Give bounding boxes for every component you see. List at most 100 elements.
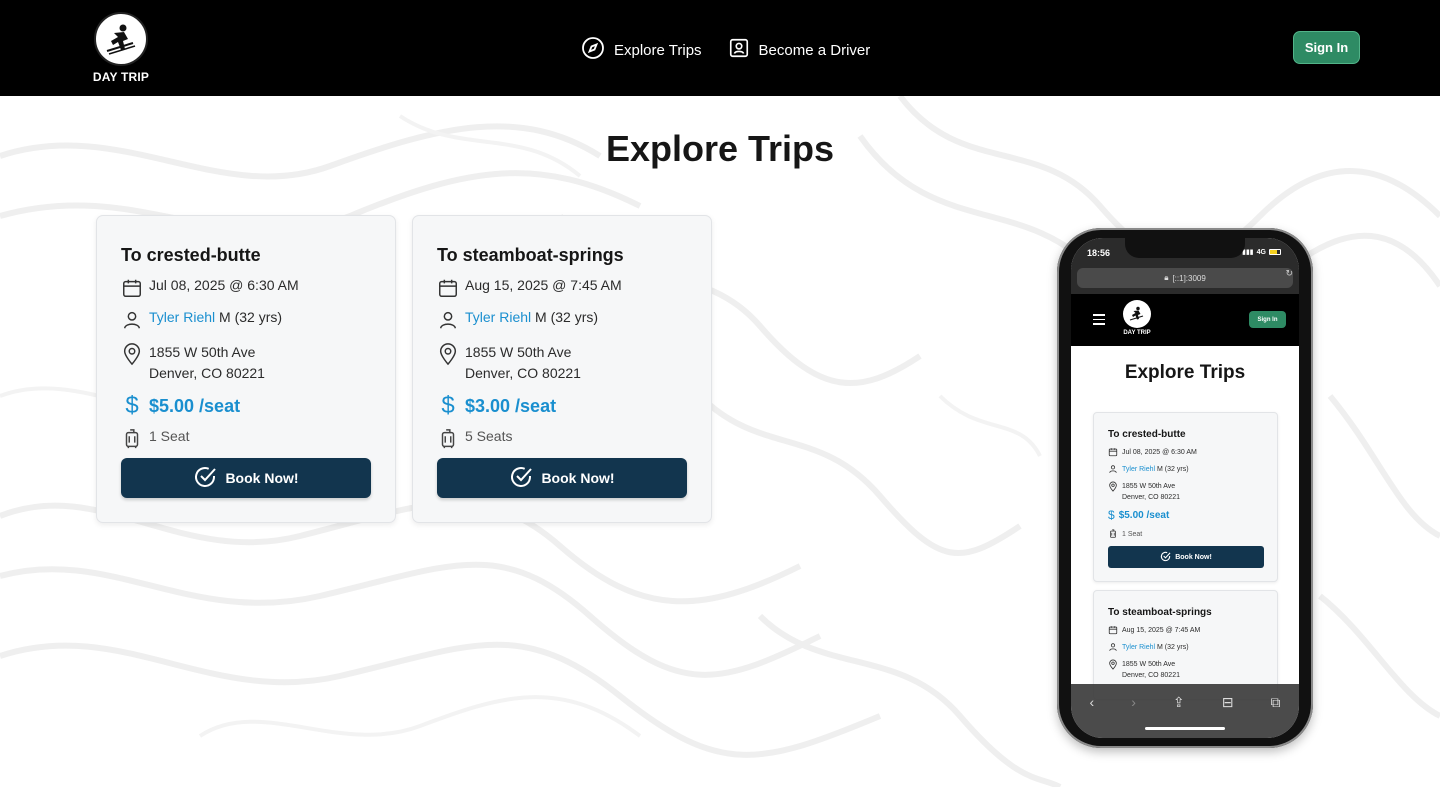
nav-explore-trips-label: Explore Trips (614, 41, 702, 59)
home-indicator (1145, 727, 1225, 730)
mobile-trip-address-row: 1855 W 50th Ave Denver, CO 80221 (1108, 481, 1180, 503)
phone-mockup: 18:56 ▮▮▮ 4G 🔒︎ [::1]:3009 ↻ DAY TRIP Si… (1057, 228, 1313, 748)
trip-seats-row: 5 Seats (437, 428, 512, 452)
luggage-icon (437, 428, 459, 452)
mobile-trip-price: $5.00 /seat (1118, 510, 1170, 521)
luggage-icon (121, 428, 143, 452)
book-now-button[interactable]: Book Now! (121, 458, 371, 498)
sign-in-button[interactable]: Sign In (1293, 31, 1360, 64)
lock-icon: 🔒︎ (1164, 273, 1169, 282)
mobile-sign-in-button[interactable]: Sign In (1249, 311, 1286, 328)
calendar-icon (437, 277, 459, 301)
trip-driver-row: Tyler Riehl M (32 yrs) (437, 309, 598, 333)
battery-icon (1269, 249, 1281, 255)
book-now-label: Book Now! (541, 470, 615, 486)
nav-explore-trips[interactable]: Explore Trips (581, 36, 702, 64)
mobile-logo-text: DAY TRIP (1123, 330, 1151, 336)
driver-meta: M (32 yrs) (219, 309, 283, 325)
tabs-icon[interactable]: ⧉ (1270, 694, 1280, 738)
check-circle-icon (1160, 551, 1171, 564)
page-title: Explore Trips (605, 128, 835, 169)
mobile-trip-date-row: Aug 15, 2025 @ 7:45 AM (1108, 625, 1200, 639)
id-badge-icon (728, 37, 750, 63)
hamburger-menu-icon[interactable] (1093, 314, 1105, 328)
map-pin-icon (1108, 481, 1118, 496)
bookmarks-icon[interactable]: ⊟ (1222, 694, 1234, 738)
dollar-icon: $ (1108, 508, 1115, 522)
browser-url-bar: 🔒︎ [::1]:3009 ↻ (1071, 264, 1299, 294)
reload-icon[interactable]: ↻ (1285, 268, 1293, 279)
trip-date: Jul 08, 2025 @ 6:30 AM (149, 277, 299, 293)
map-pin-icon (121, 342, 143, 366)
mobile-trip-seats: 1 Seat (1122, 531, 1143, 538)
user-icon (121, 309, 143, 333)
nav-become-driver-label: Become a Driver (758, 41, 871, 59)
map-pin-icon (1108, 659, 1118, 674)
mobile-address-line2: Denver, CO 80221 (1122, 672, 1180, 679)
luggage-icon (1108, 529, 1118, 543)
user-icon (1108, 642, 1118, 656)
mobile-trip-title: To crested-butte (1108, 429, 1186, 440)
dollar-icon: $ (125, 392, 139, 419)
trip-seats: 5 Seats (465, 428, 513, 444)
book-now-button[interactable]: Book Now! (437, 458, 687, 498)
forward-arrow-icon[interactable]: › (1131, 694, 1136, 738)
mobile-trip-driver-row: Tyler Riehl M (32 yrs) (1108, 642, 1189, 656)
address-line1: 1855 W 50th Ave (149, 344, 256, 360)
trip-seats: 1 Seat (149, 428, 190, 444)
trip-address-row: 1855 W 50th Ave Denver, CO 80221 (437, 342, 581, 384)
calendar-icon (1108, 625, 1118, 639)
trip-card: To crested-butte Jul 08, 2025 @ 6:30 AM … (96, 215, 396, 523)
mobile-trip-date-row: Jul 08, 2025 @ 6:30 AM (1108, 447, 1197, 461)
trip-driver-row: Tyler Riehl M (32 yrs) (121, 309, 282, 333)
mobile-trip-driver-row: Tyler Riehl M (32 yrs) (1108, 464, 1189, 478)
trip-title: To steamboat-springs (437, 245, 624, 265)
mobile-address-line1: 1855 W 50th Ave (1122, 661, 1176, 668)
phone-time: 18:56 (1087, 248, 1111, 258)
site-header: DAY TRIP Explore Trips Become a Driver S… (0, 0, 1440, 96)
mobile-trip-address-row: 1855 W 50th Ave Denver, CO 80221 (1108, 659, 1180, 681)
dollar-icon: $ (441, 392, 455, 419)
address-line2: Denver, CO 80221 (149, 365, 265, 381)
trip-price-row: $ $3.00 /seat (437, 394, 556, 418)
share-icon[interactable]: ⇪ (1173, 694, 1185, 738)
mobile-address-line2: Denver, CO 80221 (1122, 494, 1180, 501)
driver-link[interactable]: Tyler Riehl (465, 309, 531, 325)
url-text: [::1]:3009 (1172, 273, 1206, 283)
mobile-trip-price-row: $ $5.00 /seat (1108, 508, 1170, 522)
mobile-page-title: Explore Trips (1124, 362, 1246, 383)
trip-date: Aug 15, 2025 @ 7:45 AM (465, 277, 622, 293)
site-logo[interactable]: DAY TRIP (92, 12, 150, 84)
skier-logo-icon (1123, 300, 1151, 328)
phone-notch (1125, 238, 1245, 258)
back-arrow-icon[interactable]: ‹ (1090, 694, 1095, 738)
mobile-trip-title: To steamboat-springs (1108, 607, 1212, 618)
mobile-driver-link[interactable]: Tyler Riehl (1122, 466, 1155, 473)
mobile-logo[interactable]: DAY TRIP (1121, 300, 1153, 336)
logo-text: DAY TRIP (92, 70, 150, 84)
mobile-trip-date: Jul 08, 2025 @ 6:30 AM (1122, 449, 1197, 456)
check-circle-icon (509, 465, 533, 492)
mobile-header: DAY TRIP Sign In (1071, 294, 1299, 346)
trip-seats-row: 1 Seat (121, 428, 189, 452)
compass-icon (581, 36, 605, 64)
address-line2: Denver, CO 80221 (465, 365, 581, 381)
nav-become-driver[interactable]: Become a Driver (728, 37, 871, 63)
mobile-book-now-label: Book Now! (1175, 553, 1212, 561)
main-nav: Explore Trips Become a Driver (581, 36, 870, 64)
trip-price-row: $ $5.00 /seat (121, 394, 240, 418)
check-circle-icon (193, 465, 217, 492)
mobile-driver-link[interactable]: Tyler Riehl (1122, 644, 1155, 651)
phone-screen: 18:56 ▮▮▮ 4G 🔒︎ [::1]:3009 ↻ DAY TRIP Si… (1071, 238, 1299, 738)
driver-link[interactable]: Tyler Riehl (149, 309, 215, 325)
mobile-book-now-button[interactable]: Book Now! (1108, 546, 1264, 568)
network-label: 4G (1256, 248, 1266, 256)
mobile-address-line1: 1855 W 50th Ave (1122, 483, 1176, 490)
mobile-trip-date: Aug 15, 2025 @ 7:45 AM (1122, 627, 1201, 634)
skier-logo-icon (94, 12, 148, 66)
address-line1: 1855 W 50th Ave (465, 344, 572, 360)
url-field[interactable]: 🔒︎ [::1]:3009 (1077, 268, 1293, 288)
driver-meta: M (32 yrs) (535, 309, 599, 325)
calendar-icon (121, 277, 143, 301)
mobile-driver-meta: M (32 yrs) (1157, 466, 1189, 473)
